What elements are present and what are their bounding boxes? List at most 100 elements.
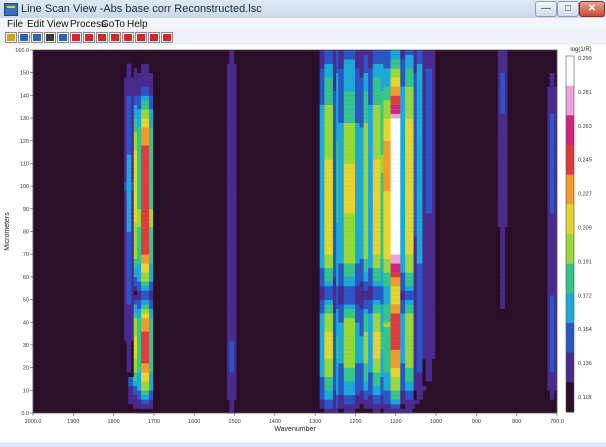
heatmap-cell	[229, 231, 235, 237]
text-abc-button[interactable]	[44, 32, 56, 43]
heatmap-cell	[229, 145, 235, 151]
heatmap-cell	[405, 163, 415, 169]
heatmap-cell	[229, 249, 235, 255]
heatmap-cell	[126, 267, 132, 273]
menu-help[interactable]: Help	[127, 18, 148, 31]
menu-edit[interactable]: Edit	[27, 18, 44, 31]
colorbar-title: log(1/R)	[570, 47, 591, 53]
text-abc-icon	[46, 34, 54, 41]
heatmap-cell	[324, 172, 335, 178]
cursor-button[interactable]	[57, 32, 69, 43]
heatmap-cell	[416, 86, 424, 92]
heatmap-cell	[324, 63, 335, 69]
heatmap-cell	[141, 372, 150, 377]
heatmap-cell	[141, 376, 150, 382]
heatmap-cell	[549, 181, 555, 187]
heatmap-cell	[390, 408, 405, 414]
heatmap-cell	[425, 258, 433, 264]
heatmap-cell	[425, 363, 433, 368]
heatmap-cell	[549, 172, 555, 178]
region-select-button[interactable]	[83, 32, 95, 43]
baseline-button[interactable]	[122, 32, 134, 43]
region-select-icon	[85, 34, 93, 41]
arrow-right-button[interactable]	[148, 32, 160, 43]
heatmap-cell	[141, 226, 150, 232]
minimize-button[interactable]: —	[535, 1, 557, 17]
heatmap-cell	[416, 340, 424, 346]
close-button[interactable]: ✕	[579, 1, 605, 17]
colorbar-segment	[566, 263, 574, 294]
heatmap-cell	[126, 263, 132, 269]
heatmap-cell	[416, 149, 424, 155]
heatmap-cell	[343, 145, 356, 151]
heatmap-cell	[425, 267, 433, 273]
heatmap-cell	[324, 199, 335, 205]
heatmap-cell	[416, 95, 424, 101]
heatmap-cell	[405, 213, 415, 219]
heatmap-cell	[549, 118, 555, 123]
heatmap-cell	[141, 167, 150, 173]
heatmap-cell	[343, 285, 356, 291]
open-button[interactable]	[5, 32, 17, 43]
heatmap-cell	[141, 63, 150, 69]
heatmap-cell	[126, 281, 132, 287]
heatmap-cell	[126, 304, 132, 309]
vertical-split-button[interactable]	[109, 32, 121, 43]
heatmap-cell	[343, 394, 356, 400]
heatmap-cell	[549, 81, 555, 87]
y-tick-label: 60	[23, 275, 29, 281]
spectrum-select-button[interactable]	[70, 32, 82, 43]
heatmap-cell	[324, 86, 335, 92]
heatmap-cell	[324, 308, 335, 314]
heatmap-cell	[324, 258, 335, 264]
maximize-button[interactable]: □	[557, 1, 579, 17]
x-tick-label: 1000	[430, 419, 442, 425]
heatmap-cell	[425, 90, 433, 96]
heatmap-cell	[549, 358, 555, 364]
heatmap-cell	[425, 290, 433, 296]
heatmap-cell	[141, 204, 150, 210]
heatmap-cell	[141, 331, 150, 337]
heatmap-cell	[126, 290, 132, 296]
heatmap-cell	[343, 290, 356, 296]
heatmap-cell	[425, 249, 433, 255]
peak-mark-button[interactable]	[96, 32, 108, 43]
heatmap-cell	[343, 308, 356, 314]
heatmap-cell	[343, 313, 356, 319]
heatmap-cell	[500, 99, 505, 105]
heatmap-cell	[229, 172, 235, 178]
heatmap-cell	[416, 390, 424, 396]
heatmap-cell	[549, 285, 555, 291]
y-tick-label: 70	[23, 252, 29, 258]
arrow-down-button[interactable]	[135, 32, 147, 43]
export-button[interactable]	[31, 32, 43, 43]
heatmap-cell	[425, 190, 433, 196]
heatmap-cell	[229, 385, 235, 391]
heatmap-cell	[141, 181, 150, 187]
bar-chart-button[interactable]	[18, 32, 30, 43]
heatmap-cell	[126, 68, 132, 73]
heatmap-cell	[229, 213, 235, 219]
heatmap-cell	[126, 258, 132, 264]
heatmap-cell	[416, 349, 424, 355]
menu-view[interactable]: View	[47, 18, 69, 31]
heatmap-cell	[343, 367, 356, 373]
heatmap-cell	[324, 344, 335, 350]
heatmap-cell	[343, 254, 356, 260]
heatmap-cell	[500, 145, 505, 151]
heatmap-cell	[549, 331, 555, 337]
scatter-button[interactable]	[161, 32, 173, 43]
menu-file[interactable]: File	[7, 18, 23, 31]
heatmap-cell	[500, 290, 505, 296]
heatmap-cell	[141, 127, 150, 132]
heatmap-cell	[500, 299, 505, 305]
heatmap-cell	[343, 86, 356, 92]
heatmap-cell	[141, 363, 150, 368]
heatmap-cell	[549, 186, 555, 191]
menu-goto[interactable]: GoTo	[101, 18, 125, 31]
heatmap-cell	[126, 190, 132, 196]
x-tick-label: 1500	[228, 419, 240, 425]
heatmap-cell	[500, 154, 505, 160]
heatmap-cell	[425, 99, 433, 105]
colorbar-segment	[566, 204, 574, 235]
